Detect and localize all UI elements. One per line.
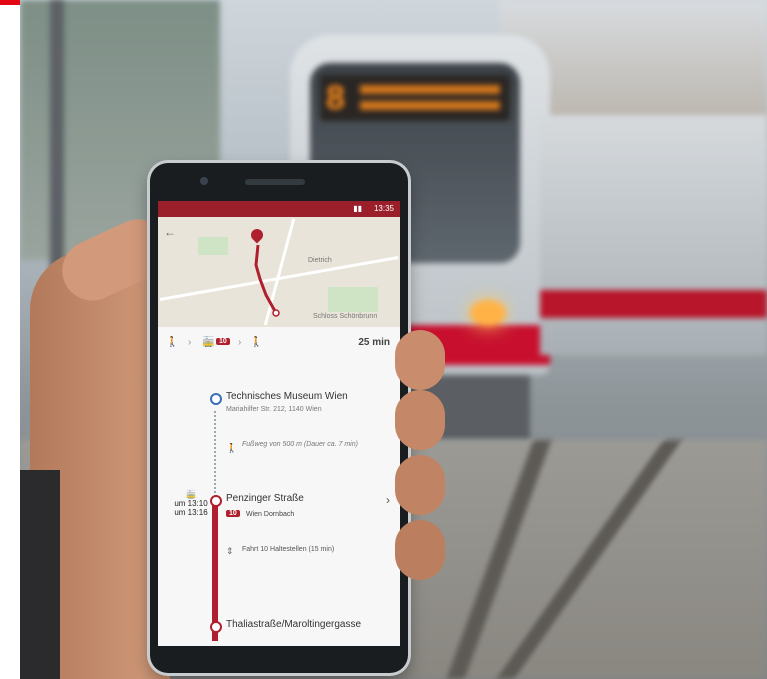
walk-icon: 🚶 — [166, 337, 179, 348]
summary-line-badge: 10 — [216, 338, 230, 345]
time-to: um 13:16 — [174, 508, 208, 517]
photo-scene: 8 13:35 ▮▮ ← Dietrich Schloss Schönbrunn… — [0, 0, 767, 679]
direction-label: Wien Dornbach — [246, 511, 295, 518]
signal-icon: ▮▮ — [353, 204, 362, 213]
departure-times: 🚋 um 13:10 um 13:16 — [168, 490, 214, 530]
route-line — [254, 244, 280, 317]
chevron-right-icon: › — [238, 337, 242, 348]
walk-dots — [214, 411, 218, 497]
tram-destination-display: 8 — [320, 75, 510, 121]
origin-stop[interactable]: Technisches Museum Wien Mariahilfer Str.… — [158, 391, 400, 431]
chevron-right-icon: › — [188, 337, 192, 348]
line-badge: 10 — [226, 510, 240, 517]
front-camera — [200, 177, 208, 185]
walk-step: 🚶 Fußweg von 500 m (Dauer ca. 7 min) — [226, 441, 396, 471]
tram-icon: 🚋 — [186, 490, 196, 499]
status-bar: 13:35 ▮▮ — [158, 201, 400, 217]
destination-stop[interactable]: Thaliastraße/Maroltingergasse — [158, 619, 400, 639]
tram-icon: 🚋 — [202, 337, 215, 348]
smartphone: 13:35 ▮▮ ← Dietrich Schloss Schönbrunn 🚶 — [150, 163, 408, 673]
boarding-stop-name: Penzinger Straße — [226, 493, 304, 504]
status-time: 13:35 — [373, 204, 394, 213]
walk-description: Fußweg von 500 m (Dauer ca. 7 min) — [242, 441, 358, 448]
map-label: Schloss Schönbrunn — [313, 313, 378, 320]
time-from: um 13:10 — [174, 499, 208, 508]
tram-line-number: 8 — [326, 79, 345, 117]
walk-icon: 🚶 — [250, 337, 263, 348]
ride-description: Fahrt 10 Haltestellen (15 min) — [242, 546, 335, 553]
route-map[interactable]: ← Dietrich Schloss Schönbrunn — [158, 217, 400, 327]
expand-icon: ⇕ — [226, 546, 234, 556]
phone-screen: 13:35 ▮▮ ← Dietrich Schloss Schönbrunn 🚶 — [158, 201, 400, 646]
ride-step: ⇕ Fahrt 10 Haltestellen (15 min) — [226, 546, 396, 566]
tram-side — [540, 115, 767, 355]
tram-headlight — [470, 300, 506, 326]
earpiece — [245, 179, 305, 185]
walk-icon: 🚶 — [226, 443, 238, 453]
origin-circle-icon — [210, 393, 222, 405]
tram-side-red-stripe — [540, 290, 767, 318]
map-label: Dietrich — [308, 257, 332, 264]
chevron-right-icon[interactable]: › — [386, 493, 390, 507]
route-summary: 🚶 › 🚋 10 › 🚶 25 min — [158, 331, 400, 355]
total-duration: 25 min — [358, 337, 390, 348]
destination-name: Thaliastraße/Maroltingergasse — [226, 619, 362, 630]
fingers — [395, 330, 455, 600]
origin-address: Mariahilfer Str. 212, 1140 Wien — [226, 406, 322, 413]
origin-title: Technisches Museum Wien — [226, 391, 348, 402]
destination-circle-icon — [210, 621, 222, 633]
